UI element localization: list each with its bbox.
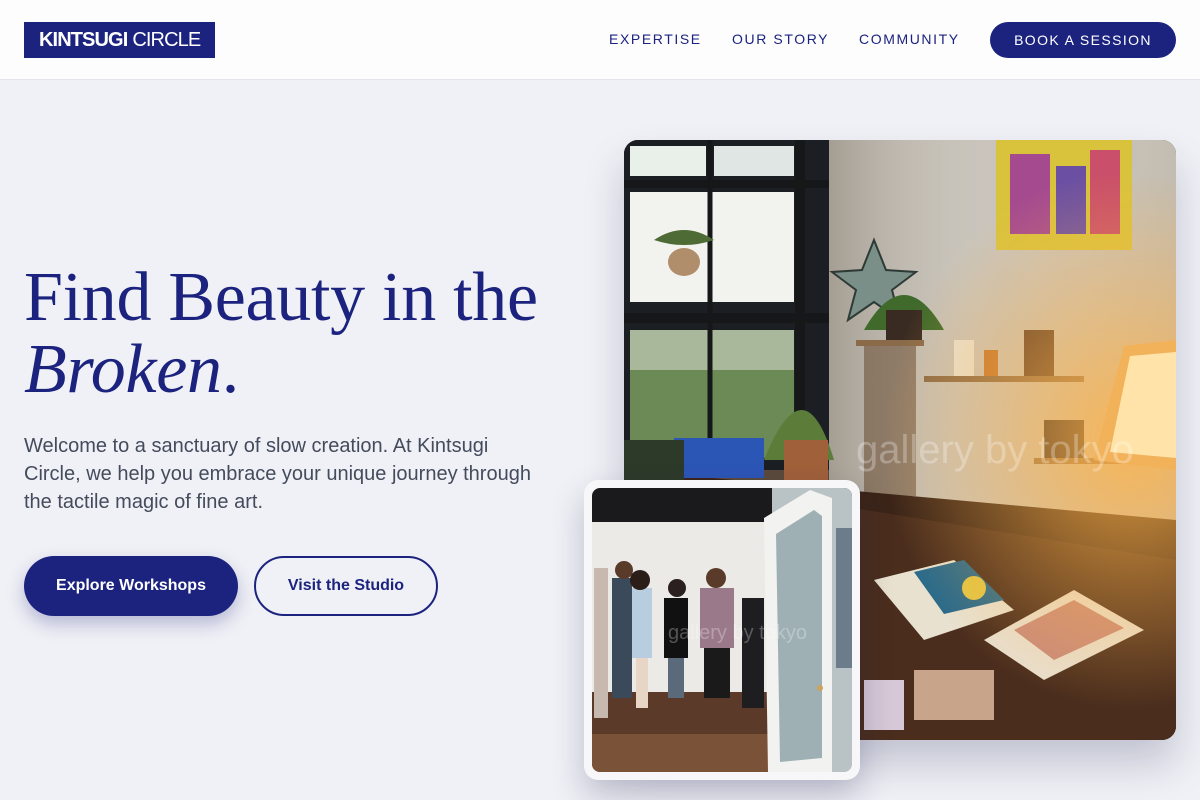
nav-link-community[interactable]: COMMUNITY — [859, 31, 960, 47]
gallery-photo-illustration — [592, 488, 852, 772]
brand-logo[interactable]: KINTSUGI CIRCLE — [24, 22, 216, 58]
hero-title-italic-word: Broken — [24, 331, 222, 408]
hero-title-period: . — [221, 331, 240, 408]
visit-studio-button[interactable]: Visit the Studio — [254, 556, 438, 616]
logo-light-text: CIRCLE — [132, 28, 201, 51]
hero-title: Find Beauty in the Broken. — [24, 262, 538, 406]
nav-link-expertise[interactable]: EXPERTISE — [609, 31, 702, 47]
nav-link-our-story[interactable]: OUR STORY — [732, 31, 829, 47]
hero-title-line-2: Broken. — [24, 334, 538, 406]
hero-description: Welcome to a sanctuary of slow creation.… — [24, 435, 531, 513]
hero-title-line-1: Find Beauty in the — [24, 259, 538, 336]
book-session-button[interactable]: BOOK A SESSION — [990, 22, 1176, 58]
explore-workshops-button[interactable]: Explore Workshops — [24, 556, 238, 616]
gallery-photo: gallery by tokyo — [592, 488, 852, 772]
gallery-photo-card: gallery by tokyo — [584, 480, 860, 780]
site-header: KINTSUGI CIRCLE EXPERTISE OUR STORY COMM… — [0, 0, 1200, 80]
logo-bold-text: KINTSUGI — [39, 28, 128, 51]
